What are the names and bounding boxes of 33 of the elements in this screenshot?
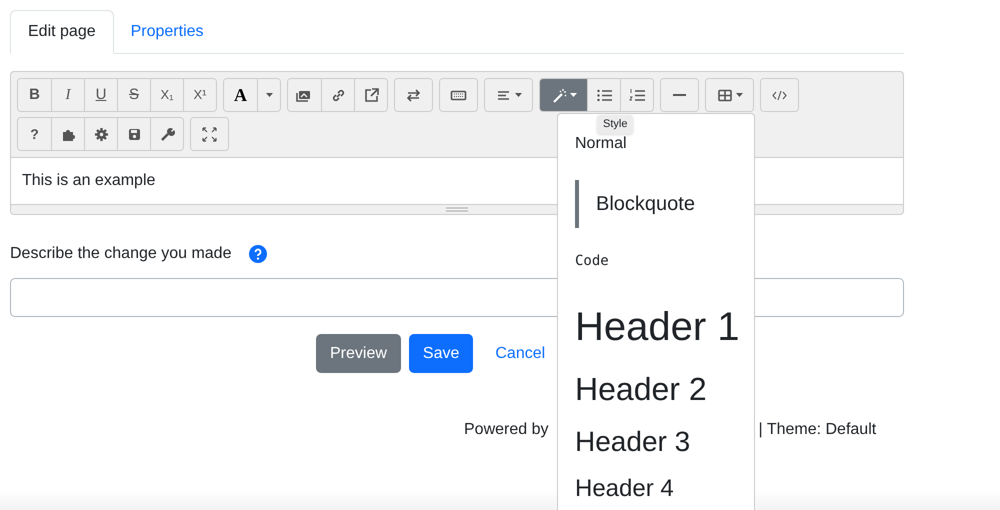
save-button[interactable]: Save bbox=[408, 334, 474, 373]
table-icon bbox=[716, 86, 734, 104]
style-option[interactable]: Normal bbox=[575, 133, 627, 155]
horizontal-rule-icon bbox=[673, 94, 686, 96]
toolbar-button[interactable] bbox=[354, 79, 387, 111]
tab[interactable]: Edit page bbox=[10, 10, 114, 54]
field-label: Describe the change you made bbox=[10, 244, 232, 264]
swap-arrows-icon bbox=[405, 86, 422, 104]
caret-icon bbox=[266, 93, 272, 97]
wrench-icon bbox=[158, 126, 176, 142]
style-option[interactable]: Code bbox=[575, 249, 609, 273]
toolbar-button[interactable] bbox=[620, 79, 653, 111]
style-option[interactable]: Header 4 bbox=[575, 467, 674, 510]
toolbar-button[interactable] bbox=[540, 79, 587, 111]
magic-wand-icon bbox=[550, 86, 568, 104]
footer-text: Powered by bbox=[464, 420, 548, 440]
resize-grip-icon[interactable] bbox=[446, 207, 468, 212]
preview-button[interactable]: Preview bbox=[316, 334, 401, 373]
fullscreen-icon bbox=[201, 126, 218, 142]
superscript-button[interactable]: X¹ bbox=[183, 79, 216, 111]
style-option[interactable]: Header 3 bbox=[575, 417, 690, 467]
numbered-list-icon bbox=[628, 86, 646, 104]
help-icon[interactable] bbox=[249, 245, 268, 263]
editor-text: This is an example bbox=[22, 171, 156, 191]
tab[interactable]: Properties bbox=[114, 10, 221, 54]
tooltip: Style bbox=[597, 115, 634, 134]
settings-icon bbox=[92, 126, 110, 142]
style-option[interactable]: Header 2 bbox=[575, 361, 707, 417]
style-option[interactable]: Header 1 bbox=[575, 293, 740, 361]
toolbar-button[interactable] bbox=[150, 118, 183, 150]
footer-text: | Theme: Default bbox=[758, 420, 876, 440]
external-link-icon bbox=[362, 86, 380, 104]
cancel-link[interactable]: Cancel bbox=[495, 334, 546, 373]
